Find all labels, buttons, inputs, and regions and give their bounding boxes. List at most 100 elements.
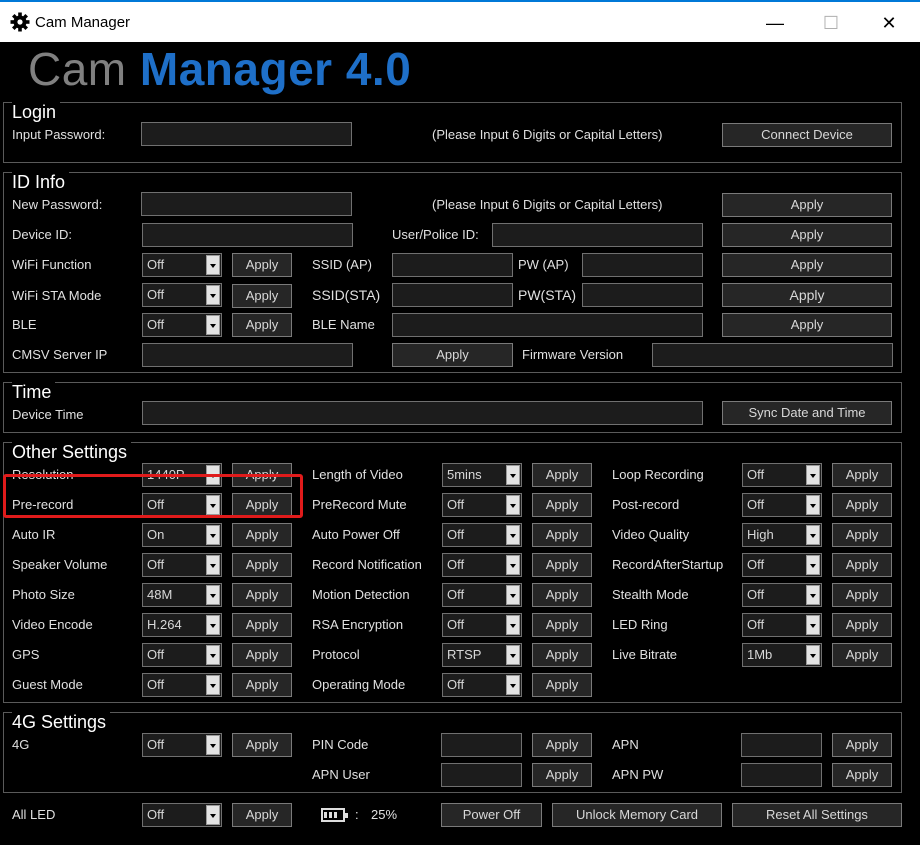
all-led-apply-button[interactable]: Apply [232,803,292,827]
stealth-mode-select[interactable]: Off [742,583,822,607]
logo-part-cam: Cam [28,43,140,95]
connect-device-button[interactable]: Connect Device [722,123,892,147]
record-notification-select[interactable]: Off [442,553,522,577]
pw-ap-input[interactable] [582,253,703,277]
live-bitrate-apply-button[interactable]: Apply [832,643,892,667]
cmsv-apply-button[interactable]: Apply [392,343,513,367]
video-encode-apply-button[interactable]: Apply [232,613,292,637]
wifi-sta-apply-button[interactable]: Apply [232,284,292,308]
new-password-apply-button[interactable]: Apply [722,193,892,217]
cmsv-input[interactable] [142,343,353,367]
wifi-ap-apply-button[interactable]: Apply [722,253,892,277]
prerecord-mute-apply-button[interactable]: Apply [532,493,592,517]
operating-mode-apply-button[interactable]: Apply [532,673,592,697]
auto-ir-highlight [3,474,303,518]
loop-recording-select[interactable]: Off [742,463,822,487]
motion-detection-select[interactable]: Off [442,583,522,607]
apn-apply-button[interactable]: Apply [832,733,892,757]
ble-name-apply-button[interactable]: Apply [722,313,892,337]
auto-power-off-value: Off [447,527,465,542]
ssid-sta-input[interactable] [392,283,513,307]
protocol-select[interactable]: RTSP [442,643,522,667]
prerecord-mute-select[interactable]: Off [442,493,522,517]
protocol-apply-button[interactable]: Apply [532,643,592,667]
post-record-apply-button[interactable]: Apply [832,493,892,517]
ssid-ap-input[interactable] [392,253,513,277]
record-notification-apply-button[interactable]: Apply [532,553,592,577]
device-id-input[interactable] [142,223,353,247]
post-record-value: Off [747,497,765,512]
video-encode-select[interactable]: H.264 [142,613,222,637]
rsa-encryption-apply-button[interactable]: Apply [532,613,592,637]
logo-part-manager: Manager 4.0 [139,43,412,95]
all-led-select[interactable]: Off [142,803,222,827]
apn-user-input[interactable] [441,763,522,787]
chevron-down-icon [806,645,820,665]
gps-apply-button[interactable]: Apply [232,643,292,667]
pin-code-input[interactable] [441,733,522,757]
recordafterstartup-select[interactable]: Off [742,553,822,577]
apn-pw-input[interactable] [741,763,822,787]
post-record-select[interactable]: Off [742,493,822,517]
reset-all-settings-button[interactable]: Reset All Settings [732,803,902,827]
speaker-volume-label: Speaker Volume [12,557,108,572]
led-ring-select[interactable]: Off [742,613,822,637]
recordafterstartup-apply-button[interactable]: Apply [832,553,892,577]
length-of-video-select[interactable]: 5mins [442,463,522,487]
wifi-sta-select[interactable]: Off [142,283,222,307]
video-quality-select[interactable]: High [742,523,822,547]
length-of-video-apply-button[interactable]: Apply [532,463,592,487]
ble-select[interactable]: Off [142,313,222,337]
maximize-button[interactable]: ☐ [808,8,854,38]
auto-power-off-label: Auto Power Off [312,527,400,542]
operating-mode-select[interactable]: Off [442,673,522,697]
power-off-button[interactable]: Power Off [441,803,542,827]
speaker-volume-apply-button[interactable]: Apply [232,553,292,577]
wifi-function-apply-button[interactable]: Apply [232,253,292,277]
record-notification-label: Record Notification [312,557,422,572]
4g-settings-title: 4G Settings [12,712,111,733]
apn-user-apply-button[interactable]: Apply [532,763,592,787]
pin-code-apply-button[interactable]: Apply [532,733,592,757]
minimize-button[interactable]: — [752,8,798,38]
loop-recording-apply-button[interactable]: Apply [832,463,892,487]
sync-date-time-button[interactable]: Sync Date and Time [722,401,892,425]
stealth-mode-apply-button[interactable]: Apply [832,583,892,607]
4g-select[interactable]: Off [142,733,222,757]
auto-power-off-select[interactable]: Off [442,523,522,547]
motion-detection-apply-button[interactable]: Apply [532,583,592,607]
video-quality-label: Video Quality [612,527,690,542]
window-title: Cam Manager [35,14,131,31]
photo-size-select[interactable]: 48M [142,583,222,607]
app-logo: Cam Manager 4.0 [28,42,411,96]
photo-size-apply-button[interactable]: Apply [232,583,292,607]
guest-mode-apply-button[interactable]: Apply [232,673,292,697]
operating-mode-value: Off [447,677,465,692]
wifi-sta-value: Off [147,287,165,302]
wifi-function-select[interactable]: Off [142,253,222,277]
close-button[interactable]: ✕ [866,8,912,38]
user-id-input[interactable] [492,223,703,247]
speaker-volume-select[interactable]: Off [142,553,222,577]
auto-ir-apply-button[interactable]: Apply [232,523,292,547]
apn-pw-apply-button[interactable]: Apply [832,763,892,787]
guest-mode-select[interactable]: Off [142,673,222,697]
pw-sta-input[interactable] [582,283,703,307]
unlock-memory-card-button[interactable]: Unlock Memory Card [552,803,722,827]
led-ring-apply-button[interactable]: Apply [832,613,892,637]
device-id-apply-button[interactable]: Apply [722,223,892,247]
rsa-encryption-select[interactable]: Off [442,613,522,637]
ble-apply-button[interactable]: Apply [232,313,292,337]
video-quality-apply-button[interactable]: Apply [832,523,892,547]
login-password-input[interactable] [141,122,352,146]
apn-input[interactable] [741,733,822,757]
auto-ir-select[interactable]: On [142,523,222,547]
ble-name-input[interactable] [392,313,703,337]
wifi-sta-mode-apply-button[interactable]: Apply [722,283,892,307]
live-bitrate-select[interactable]: 1Mb [742,643,822,667]
auto-power-off-apply-button[interactable]: Apply [532,523,592,547]
4g-apply-button[interactable]: Apply [232,733,292,757]
new-password-input[interactable] [141,192,352,216]
prerecord-mute-value: Off [447,497,465,512]
gps-select[interactable]: Off [142,643,222,667]
